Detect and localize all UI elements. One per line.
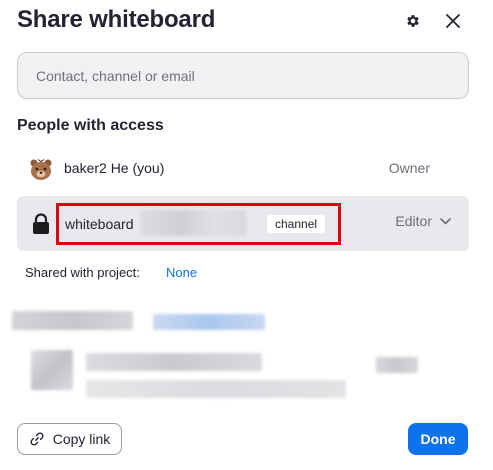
- channel-badge: channel: [267, 215, 326, 233]
- copy-link-label: Copy link: [52, 431, 111, 447]
- dialog-title: Share whiteboard: [17, 6, 216, 33]
- owner-row: baker2 He (you) Owner: [17, 148, 469, 190]
- lock-icon: [31, 213, 51, 235]
- owner-role: Owner: [388, 160, 430, 176]
- link-icon: [30, 432, 44, 446]
- gear-icon[interactable]: [402, 10, 424, 32]
- channel-access-row: whiteboard channel Editor: [17, 196, 469, 251]
- redacted-avatar: [31, 350, 73, 390]
- redacted-text: [86, 353, 262, 371]
- channel-name: whiteboard: [65, 216, 134, 232]
- chevron-down-icon: [440, 217, 451, 224]
- shared-with-project-value[interactable]: None: [166, 265, 197, 280]
- redacted-text: [86, 380, 346, 398]
- redacted-channel-suffix: [140, 210, 246, 236]
- shared-with-project-label: Shared with project:: [25, 265, 140, 280]
- redacted-link: [153, 314, 265, 330]
- close-icon[interactable]: [442, 10, 464, 32]
- copy-link-button[interactable]: Copy link: [17, 423, 122, 455]
- done-button[interactable]: Done: [408, 423, 468, 455]
- channel-role-label: Editor: [395, 213, 432, 229]
- redacted-text: [12, 311, 133, 330]
- redacted-text: [376, 357, 418, 373]
- bear-avatar: [29, 157, 53, 181]
- contact-search-input[interactable]: [17, 52, 469, 99]
- people-with-access-heading: People with access: [17, 117, 164, 134]
- channel-role-select[interactable]: Editor: [395, 213, 451, 229]
- owner-name: baker2 He (you): [64, 160, 165, 176]
